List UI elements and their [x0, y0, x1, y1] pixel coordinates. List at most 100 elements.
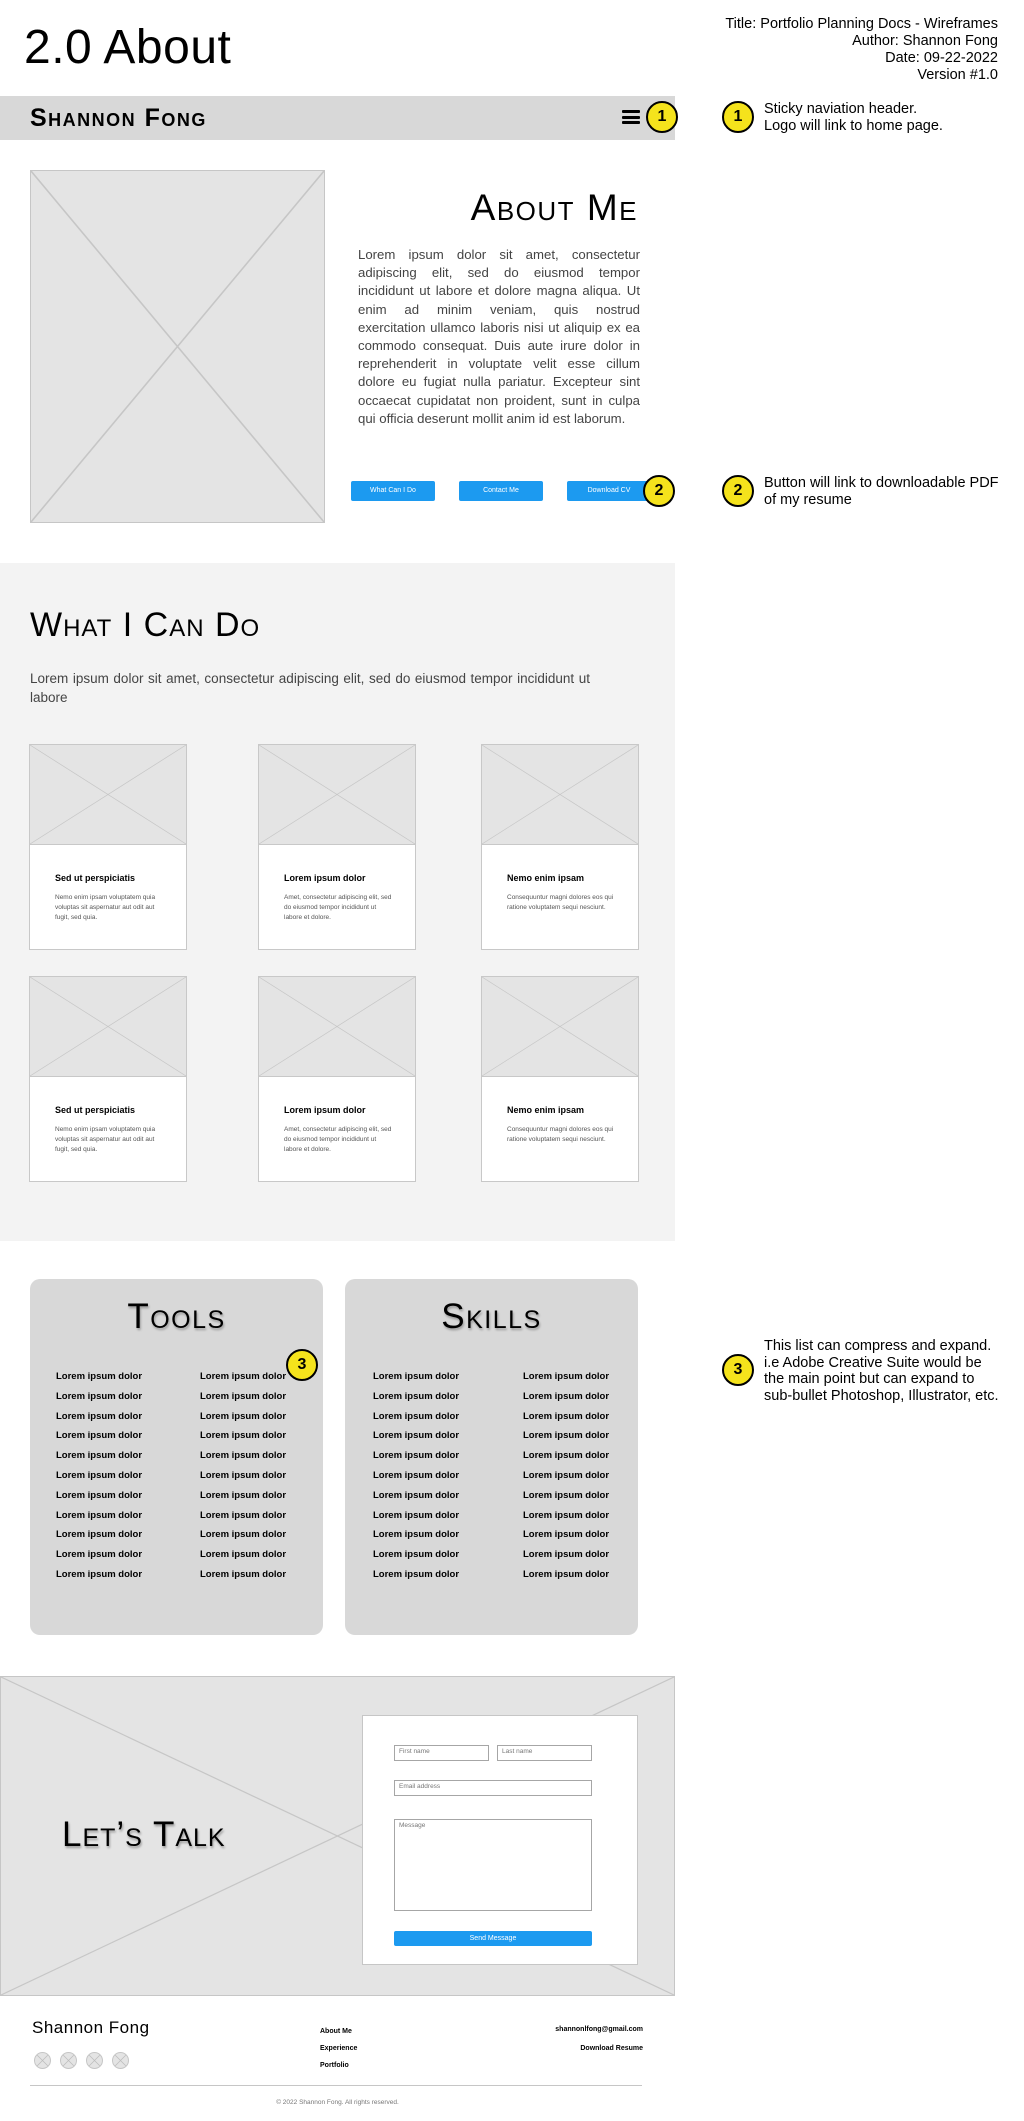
skills-list-item[interactable]: Lorem ipsum dolor — [373, 1486, 459, 1506]
about-body: Lorem ipsum dolor sit amet, consectetur … — [358, 247, 640, 426]
card-desc: Amet, consectetur adipiscing elit, sed d… — [284, 1126, 392, 1153]
tools-list-item[interactable]: Lorem ipsum dolor — [200, 1525, 286, 1545]
hamburger-icon[interactable] — [622, 110, 640, 124]
card-desc: Consequuntur magni dolores eos qui ratio… — [507, 1126, 614, 1143]
download-cv-button[interactable]: Download CV — [567, 481, 651, 501]
service-card[interactable]: Lorem ipsum dolor Amet, consectetur adip… — [258, 976, 416, 1182]
skills-list-item[interactable]: Lorem ipsum dolor — [523, 1525, 609, 1545]
service-card[interactable]: Sed ut perspiciatis Nemo enim ipsam volu… — [29, 744, 187, 950]
note-2: Button will link to downloadable PDF of … — [764, 475, 999, 508]
tools-list-item[interactable]: Lorem ipsum dolor — [200, 1367, 286, 1387]
note-3-line: the main point but can expand to — [764, 1371, 975, 1387]
skills-list-item[interactable]: Lorem ipsum dolor — [523, 1466, 609, 1486]
footer-link-experience[interactable]: Experience — [320, 2044, 357, 2054]
tools-list-col: Lorem ipsum dolor Lorem ipsum dolor Lore… — [56, 1367, 142, 1585]
skills-panel: Skills Lorem ipsum dolor Lorem ipsum dol… — [345, 1279, 638, 1635]
tools-list-item[interactable]: Lorem ipsum dolor — [56, 1545, 142, 1565]
footer-email-link[interactable]: shannonlfong@gmail.com — [555, 2025, 643, 2035]
tools-list-item[interactable]: Lorem ipsum dolor — [56, 1426, 142, 1446]
tools-list-item[interactable]: Lorem ipsum dolor — [56, 1565, 142, 1585]
annotation-badge-2: 2 — [643, 475, 675, 507]
tools-list-item[interactable]: Lorem ipsum dolor — [56, 1466, 142, 1486]
tools-list-item[interactable]: Lorem ipsum dolor — [200, 1466, 286, 1486]
footer-link-portfolio[interactable]: Portfolio — [320, 2061, 349, 2071]
card-desc: Nemo enim ipsam voluptatem quia voluptas… — [55, 1126, 156, 1153]
card-image-placeholder — [259, 745, 415, 845]
contact-me-button[interactable]: Contact Me — [459, 481, 543, 501]
note-3-line: sub-bullet Photoshop, Illustrator, etc. — [764, 1387, 999, 1404]
tools-list-item[interactable]: Lorem ipsum dolor — [200, 1565, 286, 1585]
skills-list-item[interactable]: Lorem ipsum dolor — [523, 1446, 609, 1466]
skills-list-col: Lorem ipsum dolor Lorem ipsum dolor Lore… — [373, 1367, 459, 1585]
tools-list-item[interactable]: Lorem ipsum dolor — [56, 1367, 142, 1387]
note-2-line: of my resume — [764, 491, 852, 508]
social-icon[interactable] — [112, 2052, 129, 2069]
skills-list-item[interactable]: Lorem ipsum dolor — [373, 1506, 459, 1526]
card-title: Nemo enim ipsam — [507, 873, 585, 883]
skills-list-item[interactable]: Lorem ipsum dolor — [523, 1426, 609, 1446]
tools-list-item[interactable]: Lorem ipsum dolor — [56, 1446, 142, 1466]
skills-list-item[interactable]: Lorem ipsum dolor — [373, 1525, 459, 1545]
send-message-button[interactable]: Send Message — [394, 1931, 592, 1946]
message-field[interactable]: Message — [394, 1819, 592, 1911]
skills-list-item[interactable]: Lorem ipsum dolor — [523, 1506, 609, 1526]
what-i-can-do-heading: What I Can Do — [30, 606, 261, 644]
tools-list-item[interactable]: Lorem ipsum dolor — [56, 1387, 142, 1407]
skills-list-item[interactable]: Lorem ipsum dolor — [523, 1565, 609, 1585]
tools-list-item[interactable]: Lorem ipsum dolor — [56, 1407, 142, 1427]
card-image-placeholder — [30, 977, 186, 1077]
tools-heading: Tools — [127, 1297, 226, 1336]
doc-meta-author: Author: Shannon Fong — [852, 33, 998, 49]
skills-list-item[interactable]: Lorem ipsum dolor — [373, 1565, 459, 1585]
about-image-placeholder — [30, 170, 325, 523]
social-icon[interactable] — [34, 2052, 51, 2069]
service-card[interactable]: Sed ut perspiciatis Nemo enim ipsam volu… — [29, 976, 187, 1182]
skills-list-item[interactable]: Lorem ipsum dolor — [373, 1367, 459, 1387]
nav-logo[interactable]: Shannon Fong — [30, 103, 207, 133]
skills-list-item[interactable]: Lorem ipsum dolor — [523, 1545, 609, 1565]
annotation-badge-1: 1 — [646, 101, 678, 133]
skills-list-item[interactable]: Lorem ipsum dolor — [523, 1407, 609, 1427]
tools-list-item[interactable]: Lorem ipsum dolor — [200, 1387, 286, 1407]
doc-meta-title: Title: Portfolio Planning Docs - Wirefra… — [725, 16, 998, 32]
skills-list-item[interactable]: Lorem ipsum dolor — [523, 1367, 609, 1387]
social-icon[interactable] — [86, 2052, 103, 2069]
service-card[interactable]: Nemo enim ipsam Consequuntur magni dolor… — [481, 976, 639, 1182]
tools-list-item[interactable]: Lorem ipsum dolor — [56, 1506, 142, 1526]
skills-list-item[interactable]: Lorem ipsum dolor — [523, 1486, 609, 1506]
service-card[interactable]: Lorem ipsum dolor Amet, consectetur adip… — [258, 744, 416, 950]
tools-list-item[interactable]: Lorem ipsum dolor — [200, 1426, 286, 1446]
card-title: Nemo enim ipsam — [507, 1105, 585, 1115]
doc-title: 2.0 About — [24, 21, 232, 74]
first-name-field[interactable]: First name — [394, 1745, 489, 1761]
tools-list-item[interactable]: Lorem ipsum dolor — [200, 1486, 286, 1506]
skills-list-item[interactable]: Lorem ipsum dolor — [373, 1446, 459, 1466]
what-i-can-do-intro: Lorem ipsum dolor sit amet, consectetur … — [30, 671, 590, 705]
footer-divider — [30, 2085, 642, 2086]
footer-link-about[interactable]: About Me — [320, 2027, 352, 2037]
skills-list-col: Lorem ipsum dolor Lorem ipsum dolor Lore… — [523, 1367, 609, 1585]
tools-list-item[interactable]: Lorem ipsum dolor — [200, 1545, 286, 1565]
footer-brand[interactable]: Shannon Fong — [32, 2017, 150, 2039]
what-can-i-do-button[interactable]: What Can I Do — [351, 481, 435, 501]
tools-list-item[interactable]: Lorem ipsum dolor — [200, 1407, 286, 1427]
tools-list-item[interactable]: Lorem ipsum dolor — [200, 1506, 286, 1526]
skills-list-item[interactable]: Lorem ipsum dolor — [373, 1466, 459, 1486]
service-card[interactable]: Nemo enim ipsam Consequuntur magni dolor… — [481, 744, 639, 950]
skills-list-item[interactable]: Lorem ipsum dolor — [523, 1387, 609, 1407]
footer-copyright: © 2022 Shannon Fong. All rights reserved… — [276, 2099, 399, 2106]
skills-heading: Skills — [441, 1297, 542, 1336]
last-name-field[interactable]: Last name — [497, 1745, 592, 1761]
skills-list-item[interactable]: Lorem ipsum dolor — [373, 1426, 459, 1446]
footer-download-resume-link[interactable]: Download Resume — [580, 2044, 643, 2054]
skills-list-item[interactable]: Lorem ipsum dolor — [373, 1407, 459, 1427]
lets-talk-heading: Let’s Talk — [62, 1815, 226, 1854]
social-icon[interactable] — [60, 2052, 77, 2069]
email-field[interactable]: Email address — [394, 1780, 592, 1796]
skills-list-item[interactable]: Lorem ipsum dolor — [373, 1545, 459, 1565]
tools-list-item[interactable]: Lorem ipsum dolor — [56, 1525, 142, 1545]
skills-list-item[interactable]: Lorem ipsum dolor — [373, 1387, 459, 1407]
doc-meta: Title: Portfolio Planning Docs - Wirefra… — [725, 16, 998, 84]
tools-list-item[interactable]: Lorem ipsum dolor — [200, 1446, 286, 1466]
tools-list-item[interactable]: Lorem ipsum dolor — [56, 1486, 142, 1506]
